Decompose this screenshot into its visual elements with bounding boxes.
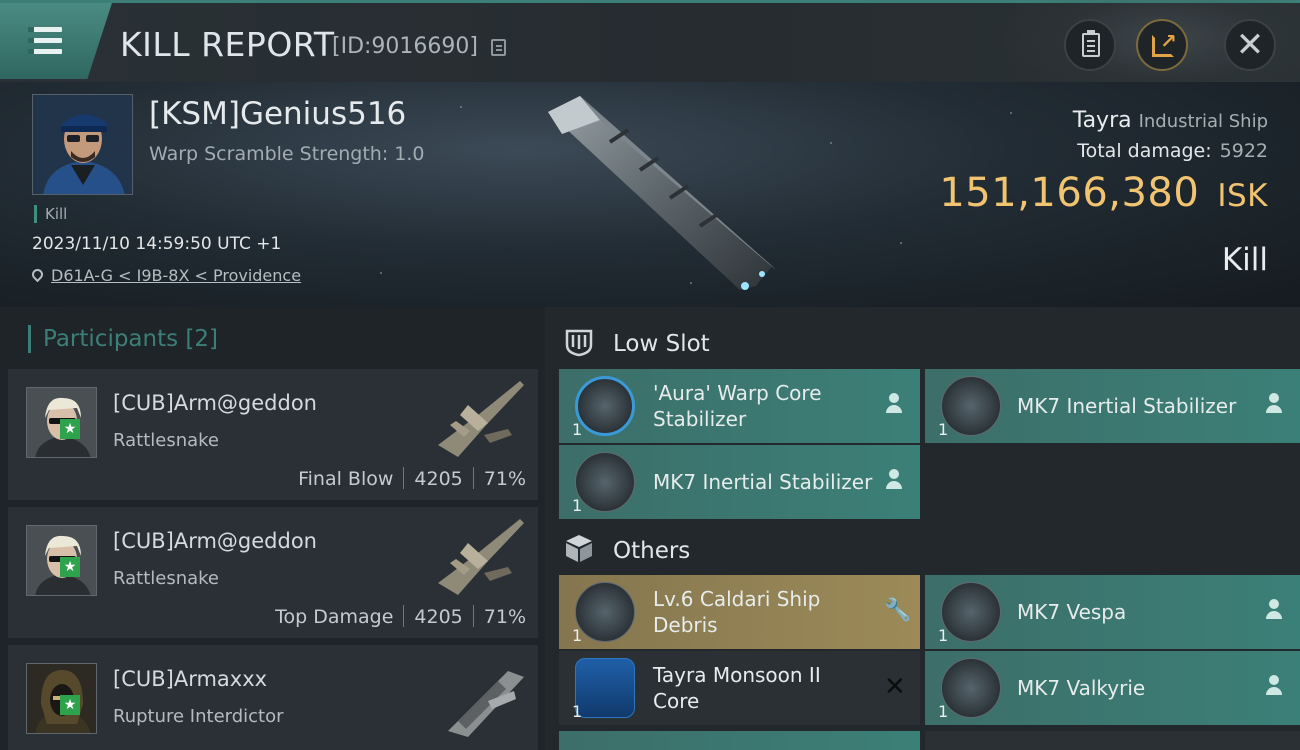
victim-ship-image: [548, 96, 776, 290]
user-icon: [1264, 599, 1284, 623]
item-name: 'Aura' Warp Core Stabilizer: [653, 381, 822, 431]
item-name: Tayra Monsoon II Core: [653, 663, 821, 713]
participant-name[interactable]: [CUB]Arm@geddon: [113, 529, 317, 553]
user-icon: [884, 469, 904, 493]
monsoon-core-icon: [575, 658, 635, 718]
participants-panel: Participants [2] ★ [CUB]Arm@geddon Rattl…: [0, 307, 545, 750]
ship-name[interactable]: Tayra: [1073, 108, 1132, 133]
star-badge-icon: ★: [60, 557, 80, 577]
participant-ship-image: [448, 671, 524, 737]
items-panel: Low Slot 1 'Aura' Warp Core Stabilizer 1…: [545, 307, 1300, 750]
page-title: KILL REPORT: [120, 25, 335, 64]
participant-percent: 71%: [483, 468, 526, 490]
low-slot-heading: Low Slot: [563, 325, 710, 357]
warp-scramble-strength: Warp Scramble Strength: 1.0: [149, 143, 425, 165]
module-item[interactable]: [925, 731, 1300, 750]
item-name: Lv.6 Caldari Ship Debris: [653, 587, 821, 637]
kill-timestamp: 2023/11/10 14:59:50 UTC +1: [32, 234, 282, 254]
ship-class: Industrial Ship: [1138, 111, 1268, 132]
location-path[interactable]: D61A-G < I9B-8X < Providence: [51, 266, 301, 285]
item-quantity: 1: [938, 626, 949, 645]
participant-name[interactable]: [CUB]Arm@geddon: [113, 391, 317, 415]
participant-card[interactable]: ★ [CUB]Arm@geddon Rattlesnake Top Damage…: [8, 507, 538, 638]
participant-damage: 4205: [414, 468, 463, 490]
user-icon: [1264, 393, 1284, 417]
participant-card[interactable]: ★ [CUB]Arm@geddon Rattlesnake Final Blow…: [8, 369, 538, 500]
kill-location[interactable]: D61A-G < I9B-8X < Providence: [29, 266, 301, 285]
victim-summary: [KSM]Genius516 Warp Scramble Strength: 1…: [0, 82, 1300, 307]
participant-damage: 4205: [414, 606, 463, 628]
item-quantity: 1: [572, 420, 583, 439]
star-badge-icon: ★: [60, 419, 80, 439]
item-quantity: 1: [938, 420, 949, 439]
ship-debris-icon: [575, 582, 635, 642]
victim-avatar[interactable]: [32, 94, 133, 195]
participant-name[interactable]: [CUB]Armaxxx: [113, 667, 267, 691]
box-icon: [566, 535, 592, 562]
copy-icon[interactable]: [491, 39, 506, 56]
isk-value: 151,166,380 ISK: [939, 170, 1268, 216]
participants-count: [2]: [185, 326, 219, 352]
wrench-icon: 🔧: [884, 598, 912, 623]
victim-ship-type: Tayra Industrial Ship: [1073, 108, 1268, 133]
vespa-drone-icon: [941, 582, 1001, 642]
total-damage: Total damage: 5922: [1077, 140, 1268, 162]
share-button[interactable]: ↗: [1136, 19, 1188, 71]
report-id: [ID:9016690]: [332, 34, 478, 59]
item-name: MK7 Inertial Stabilizer: [1017, 394, 1237, 418]
valkyrie-drone-icon: [941, 658, 1001, 718]
participant-role: Top Damage: [275, 606, 394, 628]
inertial-stabilizer-icon: [575, 452, 635, 512]
item-quantity: 1: [572, 626, 583, 645]
participant-stats: Top Damage 4205 71%: [275, 605, 526, 628]
clipboard-button[interactable]: [1064, 19, 1116, 71]
participant-ship-image: [438, 381, 524, 457]
drone-item[interactable]: 1 MK7 Valkyrie: [925, 651, 1300, 725]
item-name: MK7 Vespa: [1017, 600, 1127, 624]
total-damage-value: 5922: [1219, 140, 1268, 162]
location-pin-icon: [29, 266, 46, 283]
item-name: MK7 Inertial Stabilizer: [653, 470, 873, 494]
close-icon: ✕: [1235, 25, 1265, 65]
header-bar: KILL REPORT [ID:9016690] ↗ ✕: [0, 0, 1300, 103]
module-item[interactable]: 1 MK7 Inertial Stabilizer: [925, 369, 1300, 443]
item-name: MK7 Valkyrie: [1017, 676, 1146, 700]
item-quantity: 1: [572, 702, 583, 721]
participant-ship: Rattlesnake: [113, 430, 220, 451]
warp-core-stabilizer-icon: [575, 376, 635, 436]
participant-percent: 71%: [483, 606, 526, 628]
star-badge-icon: ★: [60, 695, 80, 715]
clipboard-icon: [1082, 30, 1100, 57]
victim-name[interactable]: [KSM]Genius516: [149, 96, 406, 132]
participant-stats: Final Blow 4205 71%: [298, 467, 526, 490]
participant-ship: Rupture Interdictor: [113, 706, 284, 727]
participant-ship: Rattlesnake: [113, 568, 220, 589]
item-quantity: 1: [938, 702, 949, 721]
item-quantity: 1: [572, 496, 583, 515]
participant-ship-image: [438, 519, 524, 595]
close-icon: ✕: [884, 672, 906, 702]
low-slot-icon: [565, 329, 593, 357]
drone-item[interactable]: 1 MK7 Vespa: [925, 575, 1300, 649]
participant-role: Final Blow: [298, 468, 394, 490]
kill-tag: Kill: [34, 205, 67, 223]
user-icon: [1264, 675, 1284, 699]
salvage-item[interactable]: 1 Lv.6 Caldari Ship Debris 🔧: [559, 575, 920, 649]
participants-heading: Participants [2]: [28, 325, 218, 353]
inertial-stabilizer-icon: [941, 376, 1001, 436]
others-heading: Others: [563, 532, 690, 564]
destroyed-item[interactable]: 1 Tayra Monsoon II Core ✕: [559, 651, 920, 725]
module-item[interactable]: [559, 731, 920, 750]
module-item[interactable]: 1 'Aura' Warp Core Stabilizer: [559, 369, 920, 443]
participant-card[interactable]: ★ [CUB]Armaxxx Rupture Interdictor: [8, 645, 538, 750]
module-item[interactable]: 1 MK7 Inertial Stabilizer: [559, 445, 920, 519]
close-button[interactable]: ✕: [1224, 19, 1276, 71]
report-result: Kill: [1221, 242, 1268, 278]
menu-button[interactable]: [0, 3, 112, 79]
user-icon: [884, 393, 904, 417]
